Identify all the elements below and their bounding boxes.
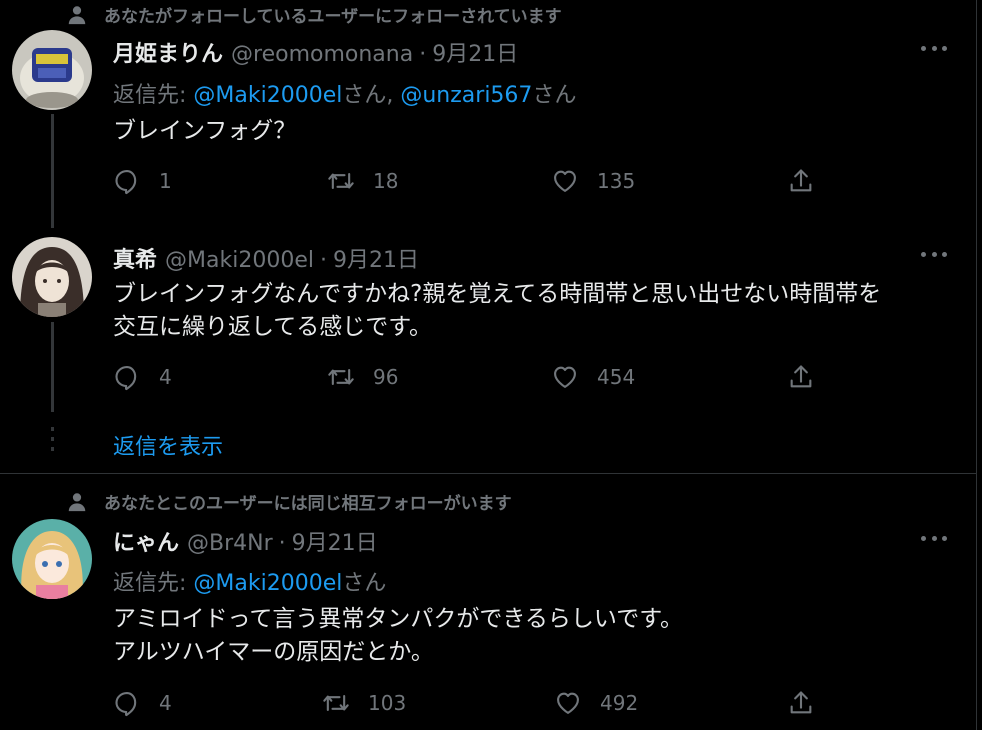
like-button[interactable]: 492 xyxy=(554,689,638,717)
share-icon xyxy=(790,691,812,714)
replying-to: 返信先: @Maki2000elさん xyxy=(113,565,386,597)
social-context-text: あなたとこのユーザーには同じ相互フォローがいます xyxy=(104,494,512,514)
mention-suffix: さん xyxy=(532,83,577,108)
reply-count: 1 xyxy=(159,169,172,193)
like-button[interactable]: 135 xyxy=(551,167,635,195)
like-count: 492 xyxy=(600,691,639,715)
avatar[interactable] xyxy=(12,237,92,317)
retweet-button[interactable]: 103 xyxy=(322,689,406,717)
retweet-button[interactable]: 96 xyxy=(327,363,398,391)
social-context-mutual: あなたとこのユーザーには同じ相互フォローがいます xyxy=(66,489,512,514)
reply-count: 4 xyxy=(159,691,172,715)
display-name[interactable]: 真希 xyxy=(113,242,157,274)
share-button[interactable] xyxy=(787,689,833,717)
reply-button[interactable]: 4 xyxy=(113,689,172,717)
handle[interactable]: @reomomonana xyxy=(231,42,413,67)
mention-suffix: さん, xyxy=(342,83,401,108)
tweet-text: アミロイドって言う異常タンパクができるらしいです。 アルツハイマーの原因だとか。 xyxy=(113,603,683,669)
share-icon xyxy=(790,169,812,192)
share-button[interactable] xyxy=(787,167,833,195)
share-icon xyxy=(790,365,812,388)
person-icon xyxy=(68,492,86,511)
tweet-text: ブレインフォグ？ xyxy=(113,118,297,144)
more-icon[interactable] xyxy=(921,528,947,548)
tweet-text: ブレインフォグなんですかね?親を覚えてる時間帯と思い出せない時間帯を 交互に繰り… xyxy=(113,278,881,344)
retweet-count: 103 xyxy=(368,691,407,715)
thread-dots xyxy=(51,427,54,457)
retweet-button[interactable]: 18 xyxy=(327,167,398,195)
timeline-right-border xyxy=(976,0,977,730)
retweet-count: 18 xyxy=(373,169,399,193)
mention-link[interactable]: @unzari567 xyxy=(400,83,532,108)
reply-prefix: 返信先: xyxy=(113,571,194,596)
like-count: 454 xyxy=(597,365,636,389)
like-button[interactable]: 454 xyxy=(551,363,635,391)
mention-suffix: さん xyxy=(342,571,387,596)
mention-link[interactable]: @Maki2000el xyxy=(193,83,342,108)
separator: · xyxy=(419,42,427,67)
retweet-icon xyxy=(323,694,349,712)
reply-icon xyxy=(115,170,137,195)
show-replies-link[interactable]: 返信を表示 xyxy=(113,429,223,461)
reply-count: 4 xyxy=(159,365,172,389)
like-icon xyxy=(557,692,579,714)
tweet-header: 真希 @Maki2000el · 9月21日 xyxy=(113,242,419,274)
person-icon xyxy=(68,5,86,24)
like-count: 135 xyxy=(597,169,636,193)
thread-line xyxy=(51,322,54,412)
reply-icon xyxy=(115,692,137,717)
social-context-followed-by: あなたがフォローしているユーザーにフォローされています xyxy=(66,2,562,27)
thread-line xyxy=(51,114,54,228)
timestamp[interactable]: 9月21日 xyxy=(333,242,419,274)
reply-icon xyxy=(115,366,137,391)
handle[interactable]: @Br4Nr xyxy=(187,531,273,556)
retweet-icon xyxy=(328,368,354,386)
tweet-text-line: アルツハイマーの原因だとか。 xyxy=(113,639,434,665)
separator: · xyxy=(278,531,286,556)
replying-to: 返信先: @Maki2000elさん, @unzari567さん xyxy=(113,77,576,109)
avatar[interactable] xyxy=(12,30,92,110)
tweet-header: にゃん @Br4Nr · 9月21日 xyxy=(113,525,378,557)
tweet-header: 月姫まりん @reomomonana · 9月21日 xyxy=(113,36,518,68)
tweet-divider xyxy=(0,473,976,474)
timestamp[interactable]: 9月21日 xyxy=(432,36,518,68)
like-icon xyxy=(554,366,576,388)
reply-button[interactable]: 1 xyxy=(113,167,172,195)
like-icon xyxy=(554,170,576,192)
avatar[interactable] xyxy=(12,519,92,599)
timestamp[interactable]: 9月21日 xyxy=(292,525,378,557)
more-icon[interactable] xyxy=(921,244,947,264)
display-name[interactable]: 月姫まりん xyxy=(113,36,223,68)
more-icon[interactable] xyxy=(921,38,947,58)
retweet-count: 96 xyxy=(373,365,399,389)
social-context-text: あなたがフォローしているユーザーにフォローされています xyxy=(104,7,562,27)
reply-button[interactable]: 4 xyxy=(113,363,172,391)
mention-link[interactable]: @Maki2000el xyxy=(193,571,342,596)
handle[interactable]: @Maki2000el xyxy=(165,248,314,273)
display-name[interactable]: にゃん xyxy=(113,525,179,557)
retweet-icon xyxy=(328,172,354,190)
tweet-text-line: アミロイドって言う異常タンパクができるらしいです。 xyxy=(113,606,683,632)
reply-prefix: 返信先: xyxy=(113,83,194,108)
tweet-text-line: ブレインフォグなんですかね?親を覚えてる時間帯と思い出せない時間帯を xyxy=(113,281,882,307)
separator: · xyxy=(319,248,327,273)
share-button[interactable] xyxy=(787,363,833,391)
tweet-text-line: 交互に繰り返してる感じです。 xyxy=(113,314,433,340)
